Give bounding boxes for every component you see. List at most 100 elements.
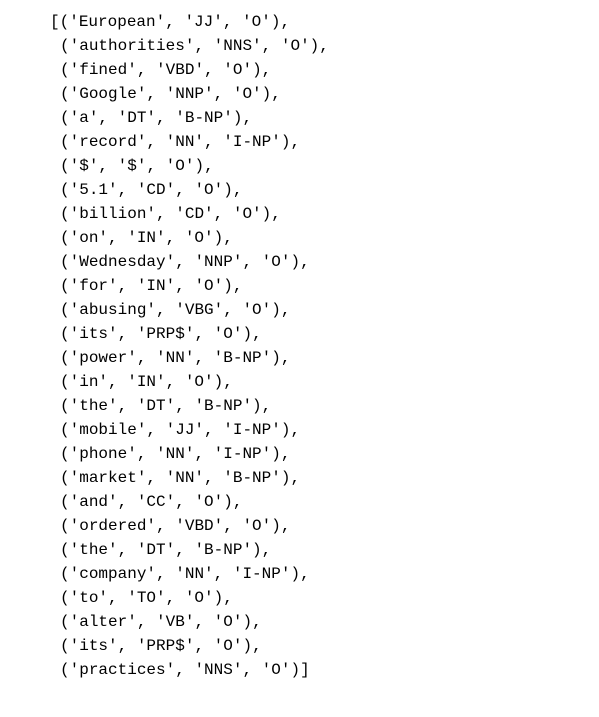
open-paren: ( xyxy=(60,253,70,271)
token-pos: 'VBG' xyxy=(175,301,223,319)
elem-separator: , xyxy=(146,157,165,175)
open-paren: ( xyxy=(60,85,70,103)
elem-separator: , xyxy=(146,421,165,439)
elem-separator: , xyxy=(175,181,194,199)
token-iob: 'O' xyxy=(233,85,262,103)
list-item: ('billion', 'CD', 'O'), xyxy=(20,202,579,226)
token-word: 'on' xyxy=(70,229,108,247)
list-item: ('$', '$', 'O'), xyxy=(20,154,579,178)
token-word: 'alter' xyxy=(70,613,137,631)
open-paren: ( xyxy=(60,493,70,511)
list-item: ('to', 'TO', 'O'), xyxy=(20,586,579,610)
elem-separator: , xyxy=(146,469,165,487)
token-word: 'phone' xyxy=(70,445,137,463)
token-iob: 'O' xyxy=(214,637,243,655)
elem-separator: , xyxy=(175,493,194,511)
tuple-separator: , xyxy=(300,565,310,583)
tuple-separator: , xyxy=(290,421,300,439)
token-iob: 'O' xyxy=(262,253,291,271)
token-iob: 'O' xyxy=(185,229,214,247)
token-word: 'billion' xyxy=(70,205,156,223)
elem-separator: , xyxy=(146,85,165,103)
list-item: ('mobile', 'JJ', 'I-NP'), xyxy=(20,418,579,442)
token-iob: 'O' xyxy=(242,301,271,319)
elem-separator: , xyxy=(137,613,156,631)
list-item: ('in', 'IN', 'O'), xyxy=(20,370,579,394)
elem-separator: , xyxy=(166,589,185,607)
elem-separator: , xyxy=(156,517,175,535)
token-word: 'ordered' xyxy=(70,517,156,535)
elem-separator: , xyxy=(165,13,184,31)
close-bracket: ] xyxy=(300,661,310,679)
token-pos: 'IN' xyxy=(127,373,165,391)
close-paren: ) xyxy=(252,397,262,415)
elem-separator: , xyxy=(118,397,137,415)
token-iob: 'O' xyxy=(281,37,310,55)
list-item: ('company', 'NN', 'I-NP'), xyxy=(20,562,579,586)
list-item: ('its', 'PRP$', 'O'), xyxy=(20,634,579,658)
token-word: '5.1' xyxy=(70,181,118,199)
token-iob: 'O' xyxy=(242,13,271,31)
list-item: ('alter', 'VB', 'O'), xyxy=(20,610,579,634)
list-item: ('practices', 'NNS', 'O')] xyxy=(20,658,579,682)
open-paren: ( xyxy=(60,421,70,439)
close-paren: ) xyxy=(214,229,224,247)
tuple-separator: , xyxy=(233,493,243,511)
open-bracket: [ xyxy=(50,13,60,31)
token-word: 'record' xyxy=(70,133,147,151)
close-paren: ) xyxy=(271,445,281,463)
elem-separator: , xyxy=(204,421,223,439)
token-pos: '$' xyxy=(118,157,147,175)
token-pos: 'NNS' xyxy=(194,661,242,679)
close-paren: ) xyxy=(281,421,291,439)
tuple-separator: , xyxy=(271,205,281,223)
elem-separator: , xyxy=(204,133,223,151)
tuple-separator: , xyxy=(262,541,272,559)
list-item: ('and', 'CC', 'O'), xyxy=(20,490,579,514)
tuple-separator: , xyxy=(281,301,291,319)
open-paren: ( xyxy=(60,109,70,127)
open-paren: ( xyxy=(60,325,70,343)
token-word: 'and' xyxy=(70,493,118,511)
elem-separator: , xyxy=(194,37,213,55)
close-paren: ) xyxy=(194,157,204,175)
close-paren: ) xyxy=(242,637,252,655)
token-word: 'market' xyxy=(70,469,147,487)
open-paren: ( xyxy=(60,517,70,535)
token-pos: 'VBD' xyxy=(156,61,204,79)
elem-separator: , xyxy=(137,349,156,367)
open-paren: ( xyxy=(60,469,70,487)
tuple-separator: , xyxy=(319,37,329,55)
list-item: ('record', 'NN', 'I-NP'), xyxy=(20,130,579,154)
tuple-separator: , xyxy=(300,253,310,271)
close-paren: ) xyxy=(271,349,281,367)
elem-separator: , xyxy=(118,541,137,559)
token-iob: 'O' xyxy=(214,613,243,631)
elem-separator: , xyxy=(156,565,175,583)
elem-separator: , xyxy=(204,61,223,79)
elem-separator: , xyxy=(156,109,175,127)
tuple-separator: , xyxy=(252,613,262,631)
close-paren: ) xyxy=(290,661,300,679)
token-word: 'mobile' xyxy=(70,421,147,439)
token-iob: 'O' xyxy=(194,181,223,199)
close-paren: ) xyxy=(310,37,320,55)
list-item: ('authorities', 'NNS', 'O'), xyxy=(20,34,579,58)
tuple-separator: , xyxy=(233,181,243,199)
tuple-separator: , xyxy=(281,445,291,463)
tuple-separator: , xyxy=(223,373,233,391)
tuple-separator: , xyxy=(281,517,291,535)
token-pos: 'NN' xyxy=(175,565,213,583)
open-paren: ( xyxy=(60,157,70,175)
token-iob: 'B-NP' xyxy=(175,109,233,127)
token-iob: 'O' xyxy=(233,205,262,223)
list-item: ('a', 'DT', 'B-NP'), xyxy=(20,106,579,130)
elem-separator: , xyxy=(194,637,213,655)
token-word: 'the' xyxy=(70,397,118,415)
elem-separator: , xyxy=(214,85,233,103)
open-paren: ( xyxy=(60,613,70,631)
elem-separator: , xyxy=(204,469,223,487)
close-paren: ) xyxy=(214,589,224,607)
token-iob: 'O' xyxy=(194,493,223,511)
token-pos: 'DT' xyxy=(137,541,175,559)
